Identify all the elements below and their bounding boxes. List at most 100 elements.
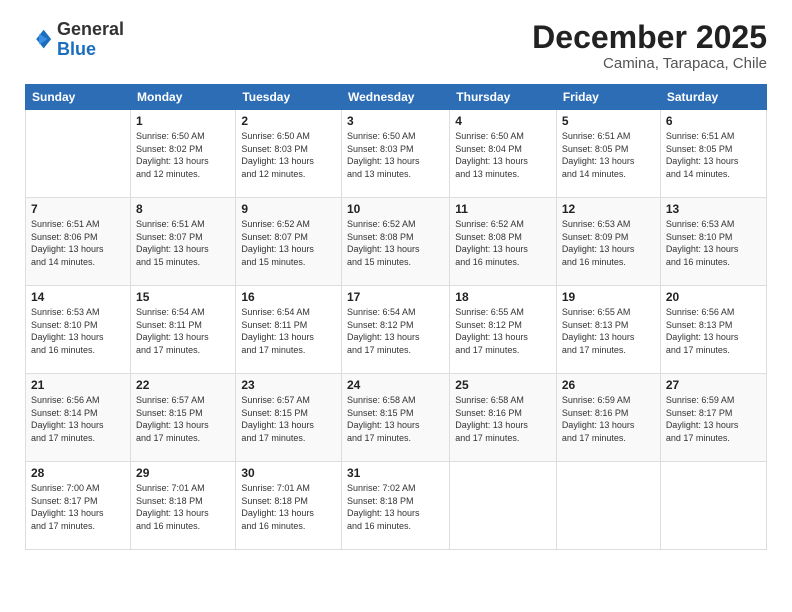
table-row: 25Sunrise: 6:58 AMSunset: 8:16 PMDayligh… (450, 374, 557, 462)
day-info: Sunrise: 6:54 AMSunset: 8:11 PMDaylight:… (136, 306, 230, 356)
day-info: Sunrise: 6:56 AMSunset: 8:14 PMDaylight:… (31, 394, 125, 444)
logo-icon (25, 26, 53, 54)
logo-blue: Blue (57, 39, 96, 59)
table-row: 21 Sunrise: 6:56 AMSunset: 8:14 PMDayligh… (26, 374, 131, 462)
col-wednesday: Wednesday (342, 85, 450, 110)
day-number: 22 (136, 378, 230, 392)
calendar-week-1: 1 Sunrise: 6:50 AMSunset: 8:02 PMDaylight… (26, 110, 767, 198)
table-row (556, 462, 660, 550)
day-info: Sunrise: 6:59 AMSunset: 8:16 PMDaylight:… (562, 394, 655, 444)
title-area: December 2025 Camina, Tarapaca, Chile (532, 20, 767, 72)
day-number: 7 (31, 202, 125, 216)
table-row: 29Sunrise: 7:01 AMSunset: 8:18 PMDayligh… (131, 462, 236, 550)
calendar-week-3: 14Sunrise: 6:53 AMSunset: 8:10 PMDayligh… (26, 286, 767, 374)
table-row: 19Sunrise: 6:55 AMSunset: 8:13 PMDayligh… (556, 286, 660, 374)
table-row: 26 Sunrise: 6:59 AMSunset: 8:16 PMDayligh… (556, 374, 660, 462)
col-saturday: Saturday (660, 85, 766, 110)
table-row (450, 462, 557, 550)
col-monday: Monday (131, 85, 236, 110)
table-row (26, 110, 131, 198)
page: General Blue December 2025 Camina, Tarap… (0, 0, 792, 612)
day-number: 20 (666, 290, 761, 304)
day-number: 31 (347, 466, 444, 480)
table-row: 9Sunrise: 6:52 AMSunset: 8:07 PMDaylight… (236, 198, 342, 286)
table-row: 12 Sunrise: 6:53 AMSunset: 8:09 PMDayligh… (556, 198, 660, 286)
table-row: 18Sunrise: 6:55 AMSunset: 8:12 PMDayligh… (450, 286, 557, 374)
day-info: Sunrise: 6:55 AMSunset: 8:12 PMDaylight:… (455, 306, 551, 356)
day-info: Sunrise: 6:57 AMSunset: 8:15 PMDaylight:… (241, 394, 336, 444)
day-info: Sunrise: 6:50 AMSunset: 8:03 PMDaylight:… (347, 130, 444, 180)
logo-general: General (57, 19, 124, 39)
day-number: 15 (136, 290, 230, 304)
day-number: 30 (241, 466, 336, 480)
table-row: 27 Sunrise: 6:59 AMSunset: 8:17 PMDayligh… (660, 374, 766, 462)
table-row: 7Sunrise: 6:51 AMSunset: 8:06 PMDaylight… (26, 198, 131, 286)
location-subtitle: Camina, Tarapaca, Chile (532, 55, 767, 72)
logo-text: General Blue (57, 20, 124, 60)
table-row (660, 462, 766, 550)
day-info: Sunrise: 6:55 AMSunset: 8:13 PMDaylight:… (562, 306, 655, 356)
day-number: 21 (31, 378, 125, 392)
day-info: Sunrise: 7:01 AMSunset: 8:18 PMDaylight:… (136, 482, 230, 532)
table-row: 10 Sunrise: 6:52 AMSunset: 8:08 PMDayligh… (342, 198, 450, 286)
day-number: 17 (347, 290, 444, 304)
day-number: 10 (347, 202, 444, 216)
day-info: Sunrise: 6:58 AMSunset: 8:16 PMDaylight:… (455, 394, 551, 444)
day-info: Sunrise: 6:59 AMSunset: 8:17 PMDaylight:… (666, 394, 761, 444)
day-number: 8 (136, 202, 230, 216)
table-row: 3 Sunrise: 6:50 AMSunset: 8:03 PMDaylight… (342, 110, 450, 198)
day-number: 2 (241, 114, 336, 128)
day-number: 3 (347, 114, 444, 128)
day-number: 9 (241, 202, 336, 216)
table-row: 2 Sunrise: 6:50 AMSunset: 8:03 PMDaylight… (236, 110, 342, 198)
day-number: 14 (31, 290, 125, 304)
day-info: Sunrise: 6:53 AMSunset: 8:09 PMDaylight:… (562, 218, 655, 268)
col-friday: Friday (556, 85, 660, 110)
day-number: 11 (455, 202, 551, 216)
day-info: Sunrise: 6:50 AMSunset: 8:03 PMDaylight:… (241, 130, 336, 180)
table-row: 23 Sunrise: 6:57 AMSunset: 8:15 PMDayligh… (236, 374, 342, 462)
day-number: 27 (666, 378, 761, 392)
calendar: Sunday Monday Tuesday Wednesday Thursday… (25, 84, 767, 550)
day-info: Sunrise: 7:01 AMSunset: 8:18 PMDaylight:… (241, 482, 336, 532)
day-number: 12 (562, 202, 655, 216)
day-number: 13 (666, 202, 761, 216)
calendar-week-4: 21 Sunrise: 6:56 AMSunset: 8:14 PMDayligh… (26, 374, 767, 462)
day-number: 1 (136, 114, 230, 128)
day-number: 5 (562, 114, 655, 128)
col-sunday: Sunday (26, 85, 131, 110)
table-row: 22 Sunrise: 6:57 AMSunset: 8:15 PMDayligh… (131, 374, 236, 462)
table-row: 28Sunrise: 7:00 AMSunset: 8:17 PMDayligh… (26, 462, 131, 550)
table-row: 24 Sunrise: 6:58 AMSunset: 8:15 PMDayligh… (342, 374, 450, 462)
day-info: Sunrise: 6:56 AMSunset: 8:13 PMDaylight:… (666, 306, 761, 356)
table-row: 30 Sunrise: 7:01 AMSunset: 8:18 PMDayligh… (236, 462, 342, 550)
table-row: 8 Sunrise: 6:51 AMSunset: 8:07 PMDaylight… (131, 198, 236, 286)
table-row: 15 Sunrise: 6:54 AMSunset: 8:11 PMDayligh… (131, 286, 236, 374)
table-row: 4Sunrise: 6:50 AMSunset: 8:04 PMDaylight… (450, 110, 557, 198)
day-number: 26 (562, 378, 655, 392)
table-row: 11Sunrise: 6:52 AMSunset: 8:08 PMDayligh… (450, 198, 557, 286)
table-row: 31Sunrise: 7:02 AMSunset: 8:18 PMDayligh… (342, 462, 450, 550)
day-info: Sunrise: 6:51 AMSunset: 8:05 PMDaylight:… (562, 130, 655, 180)
logo: General Blue (25, 20, 124, 60)
day-info: Sunrise: 6:54 AMSunset: 8:12 PMDaylight:… (347, 306, 444, 356)
calendar-week-5: 28Sunrise: 7:00 AMSunset: 8:17 PMDayligh… (26, 462, 767, 550)
day-number: 24 (347, 378, 444, 392)
day-info: Sunrise: 6:51 AMSunset: 8:07 PMDaylight:… (136, 218, 230, 268)
month-title: December 2025 (532, 20, 767, 55)
table-row: 13 Sunrise: 6:53 AMSunset: 8:10 PMDayligh… (660, 198, 766, 286)
day-info: Sunrise: 6:58 AMSunset: 8:15 PMDaylight:… (347, 394, 444, 444)
day-number: 16 (241, 290, 336, 304)
calendar-week-2: 7Sunrise: 6:51 AMSunset: 8:06 PMDaylight… (26, 198, 767, 286)
table-row: 20 Sunrise: 6:56 AMSunset: 8:13 PMDayligh… (660, 286, 766, 374)
table-row: 6Sunrise: 6:51 AMSunset: 8:05 PMDaylight… (660, 110, 766, 198)
col-tuesday: Tuesday (236, 85, 342, 110)
day-number: 6 (666, 114, 761, 128)
day-number: 23 (241, 378, 336, 392)
day-info: Sunrise: 6:53 AMSunset: 8:10 PMDaylight:… (666, 218, 761, 268)
day-info: Sunrise: 6:52 AMSunset: 8:08 PMDaylight:… (347, 218, 444, 268)
day-number: 28 (31, 466, 125, 480)
day-info: Sunrise: 6:57 AMSunset: 8:15 PMDaylight:… (136, 394, 230, 444)
table-row: 5 Sunrise: 6:51 AMSunset: 8:05 PMDaylight… (556, 110, 660, 198)
day-info: Sunrise: 6:50 AMSunset: 8:02 PMDaylight:… (136, 130, 230, 180)
